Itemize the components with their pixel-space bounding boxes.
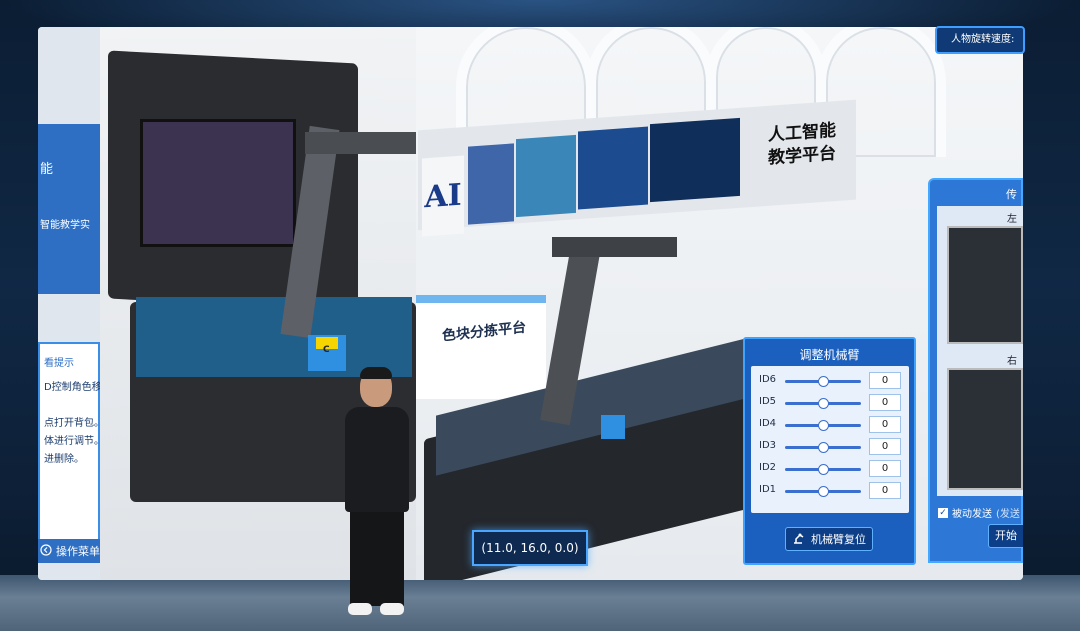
joint-id-label: ID5 (759, 396, 777, 407)
platform-card-title: 能 (40, 162, 54, 177)
banner-image (516, 134, 576, 218)
transmission-panel-title: 传 (1006, 188, 1017, 201)
banner-image (578, 126, 648, 210)
slider-handle[interactable] (818, 420, 829, 431)
joint-slider-row: ID1 0 (751, 480, 909, 502)
chevron-left-icon (40, 543, 52, 559)
start-button[interactable]: 开始 (988, 524, 1023, 548)
rotation-speed-label: 人物旋转速度: (935, 26, 1025, 54)
slider-handle[interactable] (818, 486, 829, 497)
joint-slider-row: ID4 0 (751, 414, 909, 436)
joint-id-label: ID1 (759, 484, 777, 495)
banner-title: 人工智能 教学平台 (752, 119, 852, 172)
ai-logo: AI (422, 155, 464, 237)
robot-arm-gripper (552, 237, 677, 257)
hint-card: 看提示 D控制角色移动 点打开背包。 体进行调节。 进删除。 (38, 342, 112, 542)
presenter-legs (350, 508, 404, 606)
passive-send-note: (发送 (996, 509, 1020, 520)
joint-slider-row: ID2 0 (751, 458, 909, 480)
joint-slider-row: ID3 0 (751, 436, 909, 458)
robot-arm-icon (792, 531, 806, 548)
joint-value-input[interactable]: 0 (869, 416, 901, 433)
arm-adjust-panel: 调整机械臂 ID6 0 ID5 0 ID4 0 ID3 0 ID2 0 ID1 0 机械臂复位 (743, 337, 916, 565)
presenter-shoe (348, 603, 372, 615)
hint-title: 看提示 (44, 358, 74, 369)
joint-id-label: ID3 (759, 440, 777, 451)
arm-panel-title: 调整机械臂 (799, 348, 860, 362)
operation-menu-label: 操作菜单 (56, 545, 100, 558)
slider-handle[interactable] (818, 442, 829, 453)
checkmark-icon: ✓ (938, 507, 948, 518)
passive-send-label: 被动发送 (952, 509, 992, 520)
joint-value-input[interactable]: 0 (869, 482, 901, 499)
left-ui-strip: 能 智能教学实 看提示 D控制角色移动 点打开背包。 体进行调节。 进删除。 操… (38, 27, 112, 580)
operation-menu-button[interactable]: 操作菜单 (38, 539, 102, 563)
platform-card: 能 智能教学实 (38, 124, 100, 294)
right-camera-feed (947, 368, 1023, 490)
joint-value-input[interactable]: 0 (869, 460, 901, 477)
right-camera-label: 右 (1007, 356, 1017, 367)
joint-value-input[interactable]: 0 (869, 438, 901, 455)
case-tray (136, 297, 412, 377)
hint-line: 体进行调节。 (44, 436, 104, 447)
left-camera-feed (947, 226, 1023, 344)
arm-reset-button[interactable]: 机械臂复位 (785, 527, 873, 551)
robot-arm-gripper (305, 132, 420, 154)
left-camera-label: 左 (1007, 214, 1017, 225)
case-display-screen (140, 119, 296, 247)
presenter-shoe (380, 603, 404, 615)
joint-slider-row: ID5 0 (751, 392, 909, 414)
arm-reset-label: 机械臂复位 (811, 533, 866, 546)
color-cube (601, 415, 625, 439)
slider-handle[interactable] (818, 398, 829, 409)
joint-value-input[interactable]: 0 (869, 394, 901, 411)
joint-id-label: ID6 (759, 374, 777, 385)
joint-id-label: ID4 (759, 418, 777, 429)
banner-image (468, 143, 514, 225)
presenter-hair (360, 367, 392, 379)
banner-image (650, 117, 740, 203)
slider-handle[interactable] (818, 376, 829, 387)
platform-card-subtitle: 智能教学实 (40, 220, 90, 231)
arm-slider-list: ID6 0 ID5 0 ID4 0 ID3 0 ID2 0 ID1 0 (751, 366, 909, 513)
joint-value-input[interactable]: 0 (869, 372, 901, 389)
transmission-panel: 传 左 右 ✓ 被动发送 (发送 开始 (928, 178, 1023, 563)
slider-handle[interactable] (818, 464, 829, 475)
stage-floor (0, 575, 1080, 631)
joint-slider-row: ID6 0 (751, 370, 909, 392)
presenter-body (345, 407, 409, 512)
cube-label: C (316, 337, 338, 355)
pedestal (416, 299, 546, 399)
pedestal-trim (416, 295, 546, 303)
joint-id-label: ID2 (759, 462, 777, 473)
passive-send-checkbox[interactable]: ✓ 被动发送 (发送 (938, 505, 1020, 520)
camera-feeds: 左 右 (937, 206, 1023, 496)
hint-line: 进删除。 (44, 454, 84, 465)
hint-line: 点打开背包。 (44, 418, 104, 429)
coordinate-readout: (11.0, 16.0, 0.0) (472, 530, 588, 566)
